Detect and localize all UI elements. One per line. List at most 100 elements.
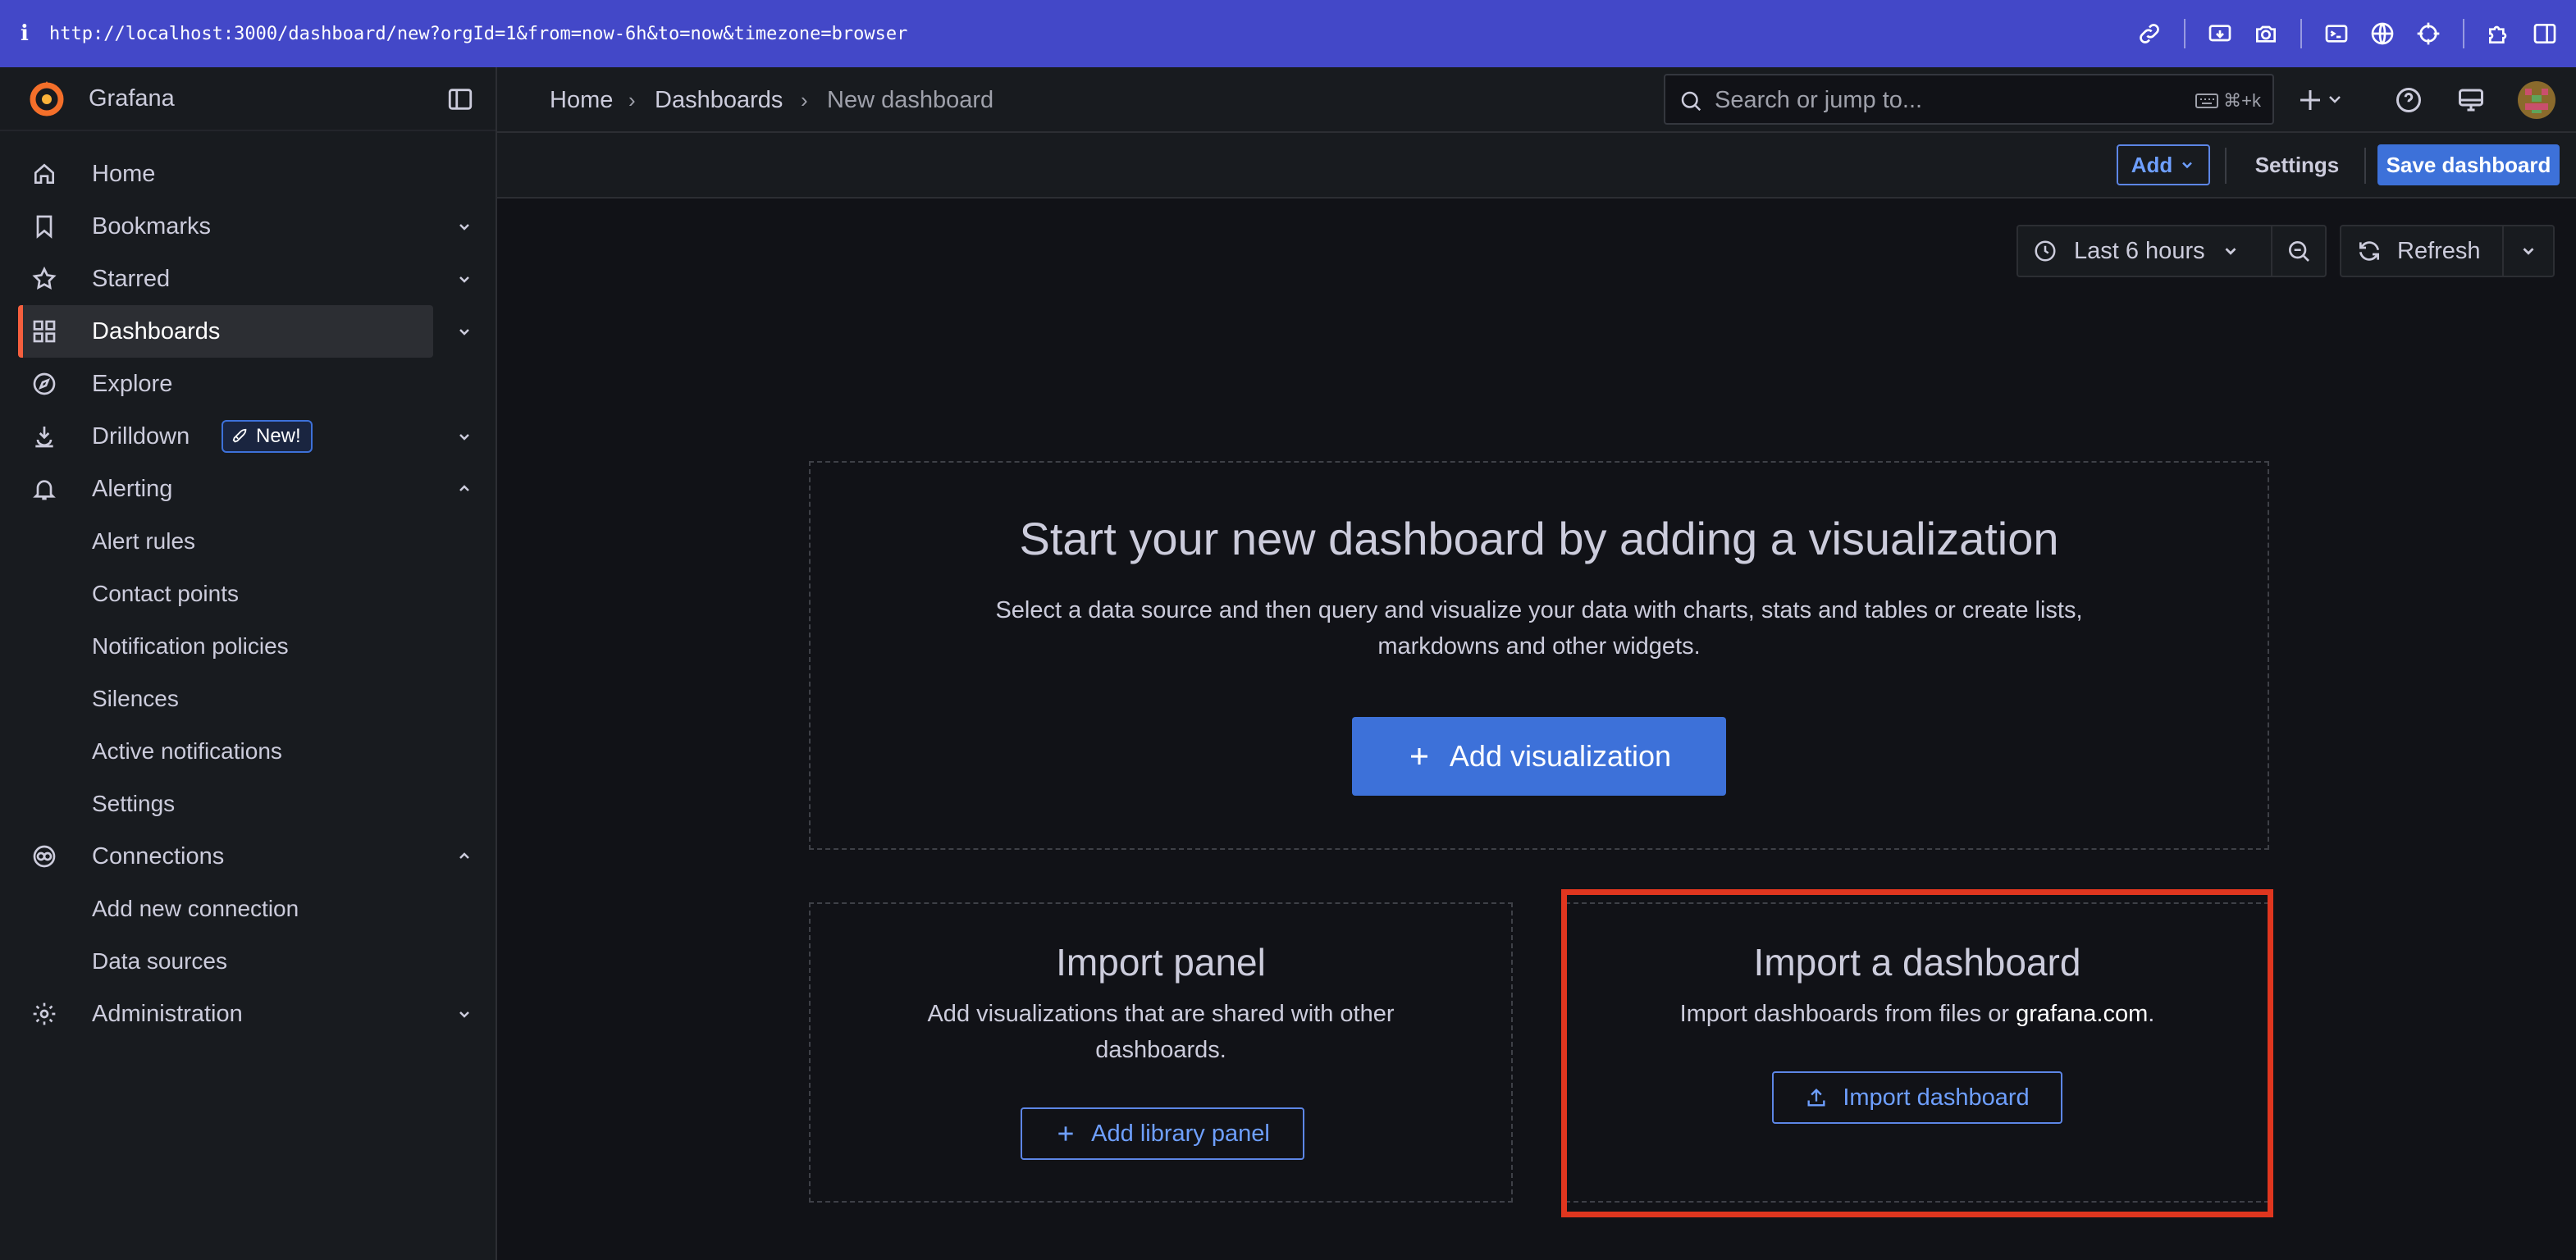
badge-label: New! [256, 425, 301, 447]
search-icon [1679, 89, 1703, 113]
nav-label: Active notifications [92, 738, 282, 764]
globe-icon[interactable] [2359, 0, 2405, 67]
terminal-icon[interactable] [2313, 0, 2359, 67]
breadcrumb-current: New dashboard [827, 86, 994, 113]
nav-item-contact-points[interactable]: Contact points [0, 568, 496, 620]
nav-item-dashboards[interactable]: Dashboards [0, 305, 496, 358]
dashboard-action-bar: Add Settings Save dashboard [497, 133, 2576, 199]
screen-capture-icon[interactable] [2197, 0, 2243, 67]
zoom-out-button[interactable] [2272, 225, 2327, 277]
breadcrumb-dashboards[interactable]: Dashboards [655, 67, 783, 133]
add-menu-button[interactable]: Add [2117, 144, 2210, 185]
time-range-picker[interactable]: Last 6 hours [2016, 225, 2272, 277]
import-panel-title: Import panel [1056, 941, 1266, 984]
chevron-up-icon[interactable] [454, 847, 474, 866]
nav-label: Dashboards [92, 317, 221, 345]
site-info-icon[interactable]: i [0, 21, 49, 46]
nav-label: Settings [92, 791, 176, 816]
breadcrumb-separator: › [628, 87, 636, 112]
bookmark-icon [31, 213, 57, 240]
nav-label: Contact points [92, 581, 239, 606]
search-shortcut: ⌘+k [2195, 90, 2261, 112]
nav-label: Administration [92, 1000, 243, 1027]
chevron-down-icon[interactable] [454, 217, 474, 236]
cog-icon [31, 1001, 57, 1027]
browser-extension-icons [2126, 0, 2568, 67]
zoom-out-icon [2289, 241, 2309, 262]
active-indicator [18, 305, 23, 358]
nav-menu: Home Bookmarks Starred Dashboards Explor… [0, 148, 496, 1040]
nav-label: Starred [92, 265, 171, 292]
nav-label: Home [92, 160, 156, 187]
refresh-button[interactable]: Refresh [2340, 225, 2504, 277]
new-badge: New! [222, 420, 313, 453]
add-library-panel-button[interactable]: Add library panel [1021, 1107, 1304, 1160]
drilldown-icon [31, 423, 57, 450]
highlight-annotation [1561, 889, 2273, 1217]
nav-label: Notification policies [92, 633, 289, 659]
grafana-logo-icon[interactable] [26, 78, 67, 119]
nav-item-active-notifications[interactable]: Active notifications [0, 725, 496, 778]
dock-menu-icon[interactable] [446, 85, 474, 113]
nav-item-connections[interactable]: Connections [0, 830, 496, 883]
refresh-interval-dropdown[interactable] [2504, 225, 2555, 277]
plus-icon [1058, 1126, 1073, 1141]
url-field[interactable]: http://localhost:3000/dashboard/new?orgI… [49, 24, 907, 44]
chevron-up-icon[interactable] [454, 479, 474, 499]
import-panel-description: Add visualizations that are shared with … [927, 1001, 1395, 1063]
nav-label: Data sources [92, 948, 227, 974]
browser-address-bar: i http://localhost:3000/dashboard/new?or… [0, 0, 2576, 67]
clock-icon [2035, 240, 2056, 262]
sync-icon [2359, 241, 2379, 261]
chevron-down-icon[interactable] [454, 427, 474, 446]
home-icon [31, 161, 57, 187]
refresh-picker: Refresh [2340, 225, 2555, 277]
nav-label: Bookmarks [92, 212, 212, 240]
save-dashboard-button[interactable]: Save dashboard [2377, 144, 2560, 185]
nav-item-notification-policies[interactable]: Notification policies [0, 620, 496, 673]
new-menu-button[interactable] [2294, 84, 2351, 116]
nav-item-add-new-connection[interactable]: Add new connection [0, 883, 496, 935]
chevron-down-icon[interactable] [454, 1004, 474, 1024]
empty-state-description: Select a data source and then query and … [995, 597, 2083, 660]
chevron-down-icon[interactable] [454, 269, 474, 289]
search-input[interactable]: Search or jump to... ⌘+k [1664, 74, 2274, 125]
crosshair-icon[interactable] [2405, 0, 2451, 67]
add-visualization-button[interactable]: Add visualization [1352, 717, 1726, 796]
link-icon[interactable] [2126, 0, 2172, 67]
settings-button[interactable]: Settings [2236, 144, 2358, 185]
nav-label: Add new connection [92, 896, 299, 921]
nav-item-bookmarks[interactable]: Bookmarks [0, 200, 496, 253]
chevron-down-icon[interactable] [454, 322, 474, 341]
nav-item-drilldown[interactable]: Drilldown New! [0, 410, 496, 463]
nav-item-silences[interactable]: Silences [0, 673, 496, 725]
puzzle-icon[interactable] [2476, 0, 2522, 67]
nav-item-alerting[interactable]: Alerting [0, 463, 496, 515]
kiosk-mode-icon[interactable] [2456, 85, 2486, 115]
nav-label: Alert rules [92, 528, 196, 554]
nav-item-starred[interactable]: Starred [0, 253, 496, 305]
nav-item-alerting-settings[interactable]: Settings [0, 778, 496, 830]
empty-dashboard-card: Start your new dashboard by adding a vis… [809, 461, 2269, 850]
nav-item-home[interactable]: Home [0, 148, 496, 200]
nav-label: Silences [92, 686, 179, 711]
user-avatar[interactable] [2517, 80, 2556, 120]
camera-icon[interactable] [2243, 0, 2289, 67]
empty-state-title: Start your new dashboard by adding a vis… [1019, 513, 2059, 564]
chevron-down-icon [2225, 248, 2236, 255]
nav-item-data-sources[interactable]: Data sources [0, 935, 496, 988]
nav-label: Connections [92, 842, 225, 870]
nav-item-explore[interactable]: Explore [0, 358, 496, 410]
chevron-down-icon [2182, 162, 2193, 169]
help-icon[interactable] [2394, 85, 2423, 115]
connections-icon [31, 843, 57, 870]
nav-item-administration[interactable]: Administration [0, 988, 496, 1040]
import-panel-card: Import panel Add visualizations that are… [809, 902, 1513, 1203]
bell-icon [31, 476, 57, 502]
breadcrumb-home[interactable]: Home [550, 67, 613, 133]
sidebar-toggle-icon[interactable] [2522, 0, 2568, 67]
star-icon [31, 266, 57, 292]
nav-item-alert-rules[interactable]: Alert rules [0, 515, 496, 568]
time-picker: Last 6 hours [2016, 225, 2327, 277]
nav-label: Explore [92, 370, 173, 397]
